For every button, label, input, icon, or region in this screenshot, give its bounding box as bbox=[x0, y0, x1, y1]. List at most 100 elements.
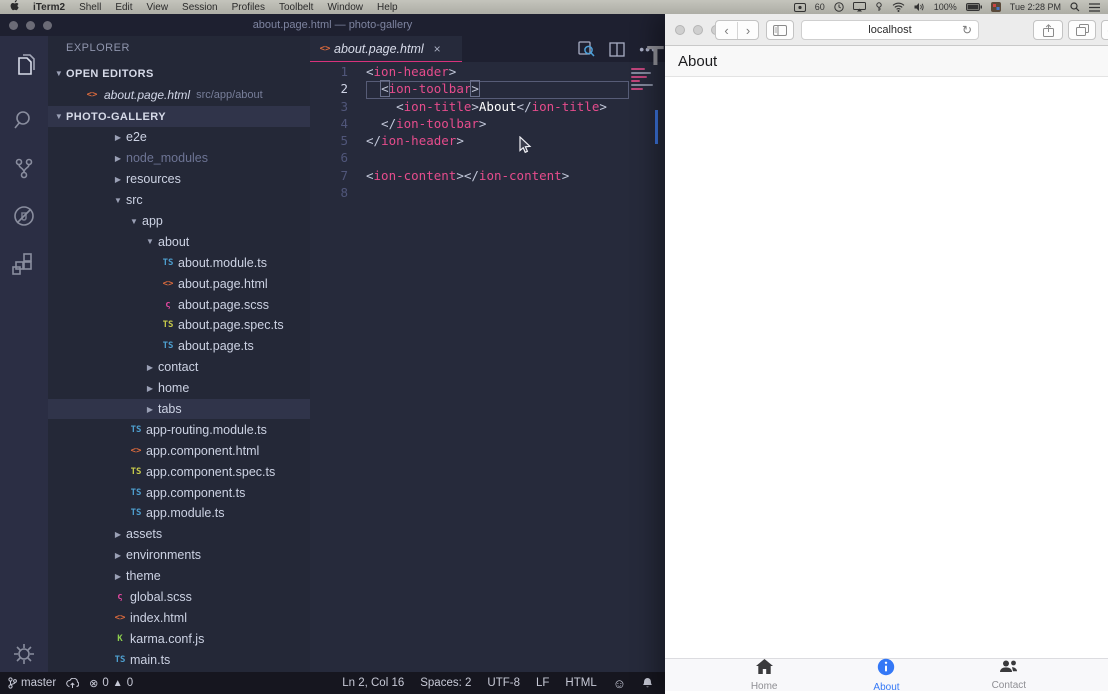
notifications-bell-icon[interactable] bbox=[642, 677, 653, 689]
menubar-item-toolbelt[interactable]: Toolbelt bbox=[279, 2, 313, 13]
status-utf-8[interactable]: UTF-8 bbox=[487, 677, 520, 689]
minimize-window-button[interactable] bbox=[26, 21, 35, 30]
code-line-1[interactable]: <ion-header> bbox=[366, 64, 629, 81]
share-button[interactable] bbox=[1033, 20, 1063, 40]
source-control-icon[interactable] bbox=[10, 154, 38, 182]
tab-home[interactable]: Home bbox=[703, 659, 825, 691]
status-spaces[interactable]: Spaces: 2 bbox=[420, 677, 471, 689]
notification-center-icon[interactable] bbox=[1089, 3, 1100, 12]
clock-app-icon[interactable] bbox=[834, 2, 844, 12]
menubar-item-window[interactable]: Window bbox=[327, 2, 363, 13]
keychain-icon[interactable] bbox=[875, 2, 883, 12]
tab-about-page-html[interactable]: <> about.page.html × bbox=[310, 36, 462, 62]
code-editor[interactable]: <ion-header> <ion-toolbar> <ion-title>Ab… bbox=[366, 64, 629, 202]
code-line-2[interactable]: <ion-toolbar> bbox=[366, 81, 629, 98]
wifi-icon[interactable] bbox=[892, 2, 905, 12]
tree-item-about[interactable]: ▼about bbox=[48, 231, 310, 252]
project-root-header[interactable]: ▼ PHOTO-GALLERY bbox=[48, 106, 310, 127]
menubar-clock[interactable]: Tue 2:28 PM bbox=[1010, 2, 1061, 12]
explorer-icon[interactable] bbox=[10, 52, 38, 80]
menubar-item-shell[interactable]: Shell bbox=[79, 2, 101, 13]
menubar-item-help[interactable]: Help bbox=[377, 2, 398, 13]
tree-item-app-component-ts[interactable]: TSapp.component.ts bbox=[48, 482, 310, 503]
tree-item-environments[interactable]: ▶environments bbox=[48, 545, 310, 566]
extensions-icon[interactable] bbox=[10, 250, 38, 278]
code-line-3[interactable]: <ion-title>About</ion-title> bbox=[366, 99, 629, 116]
code-line-8[interactable] bbox=[366, 185, 629, 202]
menubar-item-view[interactable]: View bbox=[147, 2, 169, 13]
back-button[interactable]: ‹ bbox=[716, 22, 737, 39]
code-line-5[interactable]: </ion-header> bbox=[366, 133, 629, 150]
menubar-app-name[interactable]: iTerm2 bbox=[33, 2, 65, 13]
volume-icon[interactable] bbox=[914, 2, 925, 12]
apple-menu-icon[interactable] bbox=[10, 0, 19, 14]
menubar-item-edit[interactable]: Edit bbox=[115, 2, 132, 13]
code-line-4[interactable]: </ion-toolbar> bbox=[366, 116, 629, 133]
tree-item-e2e[interactable]: ▶e2e bbox=[48, 127, 310, 148]
code-line-6[interactable] bbox=[366, 150, 629, 167]
open-preview-icon[interactable] bbox=[578, 41, 595, 57]
shush-icon[interactable]: 60 bbox=[815, 2, 825, 12]
tree-item-resources[interactable]: ▶resources bbox=[48, 169, 310, 190]
tree-item-node-modules[interactable]: ▶node_modules bbox=[48, 148, 310, 169]
tree-item-main-ts[interactable]: TSmain.ts bbox=[48, 649, 310, 670]
tree-item-global-scss[interactable]: ςglobal.scss bbox=[48, 587, 310, 608]
tree-item-app[interactable]: ▼app bbox=[48, 211, 310, 232]
status-ln[interactable]: Ln 2, Col 16 bbox=[342, 677, 404, 689]
tree-item-app-routing-module-ts[interactable]: TSapp-routing.module.ts bbox=[48, 419, 310, 440]
zoom-window-button[interactable] bbox=[43, 21, 52, 30]
tree-item-contact[interactable]: ▶contact bbox=[48, 357, 310, 378]
tree-item-about-module-ts[interactable]: TSabout.module.ts bbox=[48, 252, 310, 273]
airplay-display-icon[interactable] bbox=[853, 2, 866, 12]
ts-spec-file-icon: TS bbox=[160, 320, 176, 330]
settings-gear-icon[interactable] bbox=[10, 640, 38, 668]
close-tab-icon[interactable]: × bbox=[434, 42, 441, 56]
open-editors-header[interactable]: ▼ OPEN EDITORS bbox=[48, 63, 310, 84]
punct-token: < bbox=[381, 81, 389, 96]
close-window-button[interactable] bbox=[675, 25, 685, 35]
sidebar-button[interactable] bbox=[766, 20, 794, 40]
screen-record-icon[interactable] bbox=[794, 3, 806, 12]
feedback-smiley-icon[interactable]: ☺ bbox=[613, 676, 626, 691]
address-bar[interactable]: localhost ↻ bbox=[801, 20, 979, 40]
tree-item-assets[interactable]: ▶assets bbox=[48, 524, 310, 545]
tab-contact[interactable]: Contact bbox=[948, 659, 1070, 691]
tab-about[interactable]: About bbox=[825, 659, 947, 691]
tab-overview-button[interactable] bbox=[1068, 20, 1096, 40]
new-tab-button[interactable]: + bbox=[1101, 20, 1108, 40]
debug-icon[interactable] bbox=[10, 202, 38, 230]
battery-icon[interactable] bbox=[966, 3, 982, 11]
close-window-button[interactable] bbox=[9, 21, 18, 30]
tree-item-about-page-spec-ts[interactable]: TSabout.page.spec.ts bbox=[48, 315, 310, 336]
vscode-titlebar[interactable]: about.page.html — photo-gallery bbox=[0, 14, 665, 36]
menubar-item-profiles[interactable]: Profiles bbox=[232, 2, 265, 13]
status-html[interactable]: HTML bbox=[565, 677, 596, 689]
tree-item-about-page-html[interactable]: <>about.page.html bbox=[48, 273, 310, 294]
status-lf[interactable]: LF bbox=[536, 677, 549, 689]
tree-item-home[interactable]: ▶home bbox=[48, 378, 310, 399]
tree-item-about-page-ts[interactable]: TSabout.page.ts bbox=[48, 336, 310, 357]
app-status-icon[interactable] bbox=[991, 2, 1001, 12]
sync-publish-icon[interactable] bbox=[66, 678, 79, 689]
tree-item-theme[interactable]: ▶theme bbox=[48, 566, 310, 587]
tree-item-app-component-html[interactable]: <>app.component.html bbox=[48, 440, 310, 461]
open-editor-item[interactable]: <> about.page.html src/app/about bbox=[48, 84, 310, 105]
explorer-sidebar: EXPLORER ▼ OPEN EDITORS <> about.page.ht… bbox=[48, 36, 310, 672]
menubar-item-session[interactable]: Session bbox=[182, 2, 218, 13]
tree-item-karma-conf-js[interactable]: Kkarma.conf.js bbox=[48, 628, 310, 649]
tree-item-app-component-spec-ts[interactable]: TSapp.component.spec.ts bbox=[48, 461, 310, 482]
problems-indicator[interactable]: ⊗ 0 ▲ 0 bbox=[89, 677, 133, 690]
tree-item-src[interactable]: ▼src bbox=[48, 190, 310, 211]
tree-item-tabs[interactable]: ▶tabs bbox=[48, 399, 310, 420]
search-icon[interactable] bbox=[10, 106, 38, 134]
spotlight-icon[interactable] bbox=[1070, 2, 1080, 12]
minimize-window-button[interactable] bbox=[693, 25, 703, 35]
refresh-icon[interactable]: ↻ bbox=[962, 23, 972, 37]
tree-item-about-page-scss[interactable]: ςabout.page.scss bbox=[48, 294, 310, 315]
tree-item-index-html[interactable]: <>index.html bbox=[48, 607, 310, 628]
split-editor-icon[interactable] bbox=[609, 42, 625, 57]
code-line-7[interactable]: <ion-content></ion-content> bbox=[366, 168, 629, 185]
forward-button[interactable]: › bbox=[737, 22, 758, 39]
tree-item-app-module-ts[interactable]: TSapp.module.ts bbox=[48, 503, 310, 524]
git-branch-indicator[interactable]: master bbox=[8, 677, 56, 689]
